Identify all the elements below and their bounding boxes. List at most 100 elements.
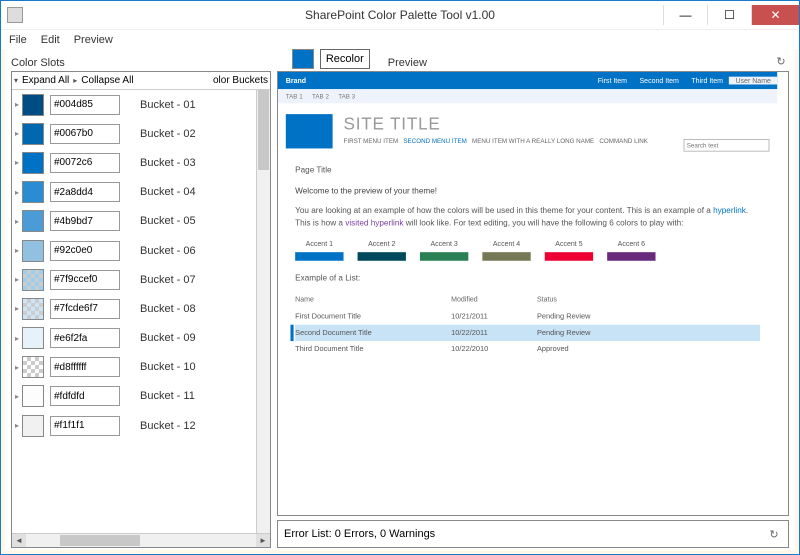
color-swatch[interactable] [22,94,44,116]
list-row[interactable]: First Document Title10/21/2011Pending Re… [295,308,760,325]
expand-icon[interactable]: ▸ [12,421,22,430]
color-slot-row: ▸ Bucket - 01 [12,90,256,119]
bucket-label: Bucket - 09 [120,332,256,344]
collapse-arrow-icon: ▸ [73,76,77,85]
color-slot-row: ▸Bucket - 06 [12,236,256,265]
hex-input[interactable] [50,182,120,202]
expand-icon[interactable]: ▸ [12,363,22,372]
list-row[interactable]: Second Document Title10/22/2011Pending R… [295,325,760,342]
hex-input[interactable] [50,95,120,115]
hex-input[interactable] [50,386,120,406]
expand-icon[interactable]: ▸ [12,334,22,343]
cell-modified: 10/21/2011 [451,310,537,322]
expand-icon[interactable]: ▸ [12,100,22,109]
color-slot-row: ▸ Bucket - 09 [12,324,256,353]
preview-label: Preview [388,57,427,69]
color-swatch[interactable] [22,356,44,378]
refresh-preview-icon[interactable]: ↻ [773,53,789,69]
hex-input[interactable] [50,124,120,144]
accent-label: Accent 3 [420,238,468,249]
recolor-swatch[interactable] [292,49,314,69]
menu-item[interactable]: MENU ITEM WITH A REALLY LONG NAME [472,138,594,145]
tab[interactable]: TAB 3 [338,93,355,100]
menu-file[interactable]: File [9,34,27,46]
menu-item[interactable]: FIRST MENU ITEM [344,138,399,145]
hex-input[interactable] [50,153,120,173]
right-column: Brand First Item Second Item Third Item … [277,71,789,548]
cell-modified: 10/22/2011 [451,327,537,339]
expand-icon[interactable]: ▸ [12,304,22,313]
scroll-right-icon[interactable]: ► [256,534,270,547]
topnav-item[interactable]: Second Item [633,77,685,85]
hex-input[interactable] [50,270,120,290]
accent-label: Accent 1 [295,238,343,249]
close-button[interactable]: ✕ [751,5,799,25]
app-window: SharePoint Color Palette Tool v1.00 — ☐ … [0,0,800,555]
hex-input[interactable] [50,416,120,436]
expand-icon[interactable]: ▸ [12,217,22,226]
minimize-button[interactable]: — [663,5,707,25]
expand-icon[interactable]: ▸ [12,275,22,284]
hex-input[interactable] [50,241,120,261]
horizontal-scrollbar[interactable]: ◄ ► [12,533,270,547]
preview-content: Brand First Item Second Item Third Item … [278,72,777,366]
accent-swatch: Accent 6 [607,238,655,260]
recolor-button[interactable]: Recolor [320,49,370,69]
scroll-left-icon[interactable]: ◄ [12,534,26,547]
visited-hyperlink-example[interactable]: visited hyperlink [345,219,403,228]
color-swatch[interactable] [22,123,44,145]
color-swatch[interactable] [22,240,44,262]
tree-header: ▾ Expand All ▸ Collapse All olor Buckets [12,72,270,90]
topnav-item[interactable]: First Item [592,77,634,85]
refresh-errors-icon[interactable]: ↻ [766,526,782,542]
color-swatch[interactable] [22,152,44,174]
hex-input[interactable] [50,211,120,231]
welcome-text: Welcome to the preview of your theme! [295,185,760,198]
expand-icon[interactable]: ▸ [12,392,22,401]
color-swatch[interactable] [22,181,44,203]
color-swatch[interactable] [22,210,44,232]
bucket-label: Bucket - 07 [120,274,256,286]
color-swatch[interactable] [22,327,44,349]
color-slot-row: ▸ Bucket - 11 [12,382,256,411]
expand-icon[interactable]: ▸ [12,158,22,167]
tree-body: ▸Bucket - 01▸Bucket - 02▸Bucket - 03▸Buc… [12,90,270,533]
accent-swatch: Accent 5 [545,238,593,260]
bucket-label: Bucket - 11 [120,390,256,402]
expand-icon[interactable]: ▸ [12,188,22,197]
vertical-scrollbar[interactable] [256,90,270,533]
list-row[interactable]: Third Document Title10/22/2010Approved [295,341,760,358]
expand-arrow-icon: ▾ [14,76,18,85]
color-swatch[interactable] [22,385,44,407]
color-slots-label: Color Slots [11,57,65,69]
brand-bar: Brand First Item Second Item Third Item … [278,72,777,89]
scroll-thumb[interactable] [258,90,269,170]
col-status: Status [537,294,654,305]
accent-swatch: Accent 2 [358,238,406,260]
collapse-all-link[interactable]: Collapse All [81,75,133,86]
hyperlink-example[interactable]: hyperlink [713,206,746,215]
menu-item-active[interactable]: SECOND MENU ITEM [403,138,466,145]
topnav-item[interactable]: Third Item [685,77,729,85]
expand-all-link[interactable]: Expand All [22,75,69,86]
menu-preview[interactable]: Preview [74,34,113,46]
color-swatch[interactable] [22,298,44,320]
search-input[interactable] [684,139,770,151]
tab[interactable]: TAB 2 [312,93,329,100]
menu-item[interactable]: COMMAND LINK [599,138,648,145]
bucket-label: Bucket - 01 [120,99,256,111]
cell-modified: 10/22/2010 [451,344,537,356]
menu-edit[interactable]: Edit [41,34,60,46]
tab[interactable]: TAB 1 [286,93,303,100]
hscroll-thumb[interactable] [60,535,140,546]
expand-icon[interactable]: ▸ [12,129,22,138]
expand-icon[interactable]: ▸ [12,246,22,255]
color-swatch[interactable] [22,269,44,291]
maximize-button[interactable]: ☐ [707,5,751,25]
hex-input[interactable] [50,299,120,319]
color-swatch[interactable] [22,415,44,437]
hex-input[interactable] [50,357,120,377]
toolbar-row: Color Slots Recolor Preview ↻ [5,49,795,71]
user-label[interactable]: User Name [729,77,777,85]
hex-input[interactable] [50,328,120,348]
